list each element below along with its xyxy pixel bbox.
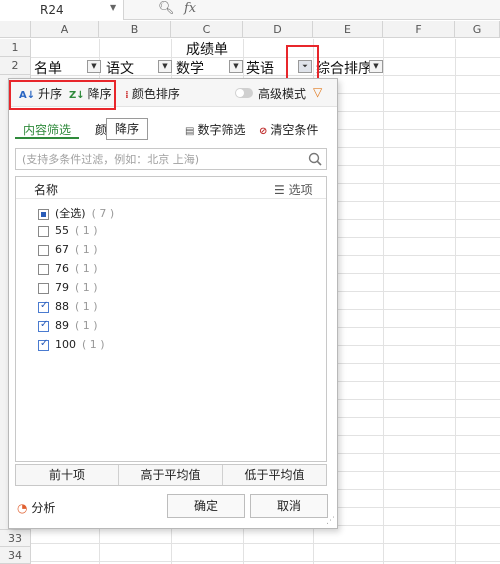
color-sort-button[interactable]: ⁞ 颜色排序 <box>125 85 180 102</box>
list-item-label: 100 <box>55 338 76 351</box>
list-header: 名称 ☰ 选项 <box>16 177 326 199</box>
filter-dropdown-button-b[interactable]: ▼ <box>158 60 172 73</box>
list-header-name: 名称 <box>34 183 59 197</box>
column-header-g[interactable]: G <box>455 21 500 38</box>
list-item[interactable]: (全选) ( 7 ) <box>38 205 114 223</box>
list-item-count: ( 1 ) <box>75 224 98 237</box>
clear-filter-icon: ⊘ <box>259 126 268 137</box>
chevron-down-icon[interactable]: ▼ <box>110 3 116 12</box>
list-item[interactable]: 88 ( 1 ) <box>38 300 98 318</box>
tooltip-sort-descending: 降序 <box>106 118 148 140</box>
filter-panel: A↓ 升序 Z↓ 降序 ⁞ 颜色排序 高级模式 ▽ 内容筛选 颜 降序 ▤ 数字筛选 ⊘… <box>8 78 338 529</box>
filter-value-list: 名称 ☰ 选项 (全选)( 7 ) 55( 1 ) 67( 1 ) 76( 1 ) 79… <box>15 176 327 462</box>
row-header-1[interactable]: 1 <box>0 39 31 57</box>
options-icon: ☰ <box>274 183 285 197</box>
filter-dropdown-button-a[interactable]: ▼ <box>87 60 101 73</box>
list-item[interactable]: 79 ( 1 ) <box>38 281 98 299</box>
list-item-label: 88 <box>55 300 69 313</box>
list-item-label: 55 <box>55 224 69 237</box>
filter-dropdown-button-e[interactable]: ▼ <box>369 60 383 73</box>
advanced-mode-toggle[interactable] <box>235 88 253 98</box>
list-item[interactable]: 67 ( 1 ) <box>38 243 98 261</box>
grid-column-line <box>383 39 384 564</box>
row-header-34[interactable]: 34 <box>0 547 31 564</box>
filter-search-input[interactable] <box>20 151 300 167</box>
column-header-a[interactable]: A <box>31 21 99 38</box>
filter-search-box[interactable] <box>15 148 327 170</box>
search-icon[interactable] <box>308 152 322 166</box>
checkbox[interactable] <box>38 282 49 294</box>
list-item-count: ( 1 ) <box>75 319 98 332</box>
row-header-33[interactable]: 33 <box>0 530 31 547</box>
grid-column-line <box>455 39 456 564</box>
column-header-c[interactable]: C <box>171 21 243 38</box>
list-item[interactable]: 76 ( 1 ) <box>38 262 98 280</box>
above-average-button[interactable]: 高于平均值 <box>119 465 223 485</box>
checkbox[interactable] <box>38 208 49 220</box>
checkbox[interactable] <box>38 338 49 351</box>
number-filter-button[interactable]: ▤ 数字筛选 <box>185 121 245 138</box>
cell-reference: R24 <box>40 3 64 17</box>
list-item-label: (全选) <box>55 207 86 220</box>
tab-content-filter[interactable]: 内容筛选 <box>23 121 71 138</box>
header-cell-overall-rank[interactable]: 综合排序 <box>316 58 372 78</box>
column-header-b[interactable]: B <box>99 21 171 38</box>
column-header-d[interactable]: D <box>243 21 313 38</box>
zoom-icon[interactable]: 🔍︎ <box>158 1 175 16</box>
sheet-title-cell[interactable]: 成绩单 <box>186 39 228 59</box>
list-item-label: 79 <box>55 281 69 294</box>
list-item[interactable]: 100 ( 1 ) <box>38 338 105 356</box>
filter-dropdown-button-c[interactable]: ▼ <box>229 60 243 73</box>
options-button[interactable]: ☰ 选项 <box>274 181 313 198</box>
list-item-count: ( 1 ) <box>75 281 98 294</box>
formula-bar: R24 ▼ 🔍︎ fx <box>0 0 500 20</box>
checkbox[interactable] <box>38 319 49 332</box>
quick-filter-bar: 前十项 高于平均值 低于平均值 <box>15 464 327 486</box>
list-item-label: 89 <box>55 319 69 332</box>
list-item[interactable]: 89 ( 1 ) <box>38 319 98 337</box>
ok-button[interactable]: 确定 <box>167 494 245 518</box>
header-cell-chinese[interactable]: 语文 <box>106 58 134 78</box>
checkbox[interactable] <box>38 263 49 275</box>
name-box[interactable]: R24 ▼ <box>0 0 124 20</box>
column-header-f[interactable]: F <box>383 21 455 38</box>
function-icon[interactable]: fx <box>184 1 196 16</box>
pie-chart-icon: ◔ <box>17 501 28 515</box>
list-item-count: ( 1 ) <box>75 300 98 313</box>
checkbox[interactable] <box>38 225 49 237</box>
header-cell-math[interactable]: 数学 <box>176 58 204 78</box>
resize-handle[interactable]: ⋰ <box>326 516 335 526</box>
grid-row-line <box>31 561 500 562</box>
advanced-mode-label: 高级模式 <box>258 87 307 101</box>
select-all-corner[interactable] <box>0 21 31 38</box>
list-item-label: 67 <box>55 243 69 256</box>
below-average-button[interactable]: 低于平均值 <box>223 465 326 485</box>
list-item[interactable]: 55 ( 1 ) <box>38 224 98 242</box>
list-item-count: ( 1 ) <box>75 243 98 256</box>
header-cell-english[interactable]: 英语 <box>246 58 274 78</box>
row-header-2[interactable]: 2 <box>0 57 31 75</box>
list-item-label: 76 <box>55 262 69 275</box>
tab-underline <box>15 137 79 139</box>
header-cell-name[interactable]: 名单 <box>34 58 62 78</box>
list-item-count: ( 7 ) <box>91 207 115 220</box>
clear-filter-button[interactable]: ⊘ 清空条件 <box>259 121 318 138</box>
number-filter-icon: ▤ <box>185 126 195 137</box>
list-item-count: ( 1 ) <box>75 262 98 275</box>
crown-icon: ▽ <box>313 85 323 99</box>
column-header-e[interactable]: E <box>313 21 383 38</box>
checkbox[interactable] <box>38 244 49 256</box>
highlight-box-sort-buttons <box>9 80 116 110</box>
grid-row-line <box>31 543 500 544</box>
analysis-button[interactable]: ◔ 分析 <box>17 499 55 516</box>
top-ten-button[interactable]: 前十项 <box>16 465 119 485</box>
list-item-count: ( 1 ) <box>82 338 105 351</box>
color-sort-icon: ⁞ <box>125 90 129 101</box>
cancel-button[interactable]: 取消 <box>250 494 328 518</box>
checkbox[interactable] <box>38 300 49 313</box>
